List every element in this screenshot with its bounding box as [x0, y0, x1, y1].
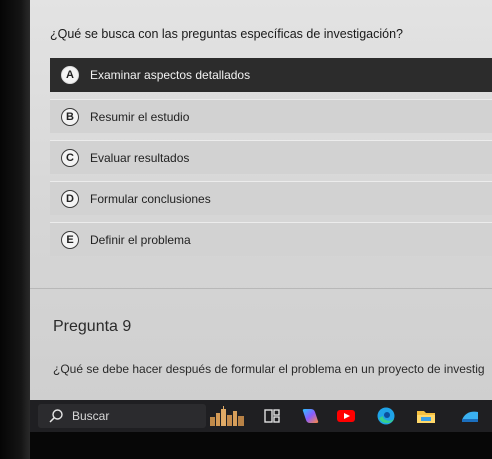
search-icon [49, 409, 63, 423]
edge-icon[interactable] [376, 406, 396, 426]
option-label: Definir el problema [90, 232, 191, 247]
task-view-icon[interactable] [262, 406, 282, 426]
option-d[interactable]: D Formular conclusiones [50, 181, 492, 215]
taskbar-search[interactable]: Buscar [38, 404, 206, 428]
city-widget-icon[interactable] [208, 404, 246, 428]
file-explorer-icon[interactable] [416, 406, 436, 426]
option-letter: D [61, 189, 79, 208]
app-icon[interactable] [460, 406, 480, 426]
option-b[interactable]: B Resumir el estudio [50, 99, 492, 133]
windows-taskbar: Buscar [30, 400, 492, 432]
search-placeholder: Buscar [72, 409, 110, 423]
option-letter: A [61, 66, 79, 84]
option-label: Formular conclusiones [90, 191, 211, 206]
monitor-bezel [0, 0, 30, 459]
copilot-icon[interactable] [300, 406, 320, 426]
question-number: Pregunta 9 [53, 318, 132, 335]
option-label: Evaluar resultados [90, 150, 190, 165]
option-letter: B [61, 107, 79, 126]
option-letter: C [61, 148, 79, 167]
section-divider [30, 288, 492, 289]
monitor-bottom [30, 432, 492, 459]
option-letter: E [61, 230, 79, 249]
option-c[interactable]: C Evaluar resultados [50, 140, 492, 174]
option-label: Examinar aspectos detallados [90, 68, 251, 82]
option-a[interactable]: A Examinar aspectos detallados [50, 58, 492, 92]
youtube-icon[interactable] [336, 406, 356, 426]
quiz-screen: ¿Qué se busca con las preguntas específi… [30, 0, 492, 400]
next-question-text: ¿Qué se debe hacer después de formular e… [53, 362, 485, 376]
question-text: ¿Qué se busca con las preguntas específi… [50, 27, 403, 41]
option-label: Resumir el estudio [90, 109, 190, 124]
option-e[interactable]: E Definir el problema [50, 222, 492, 256]
